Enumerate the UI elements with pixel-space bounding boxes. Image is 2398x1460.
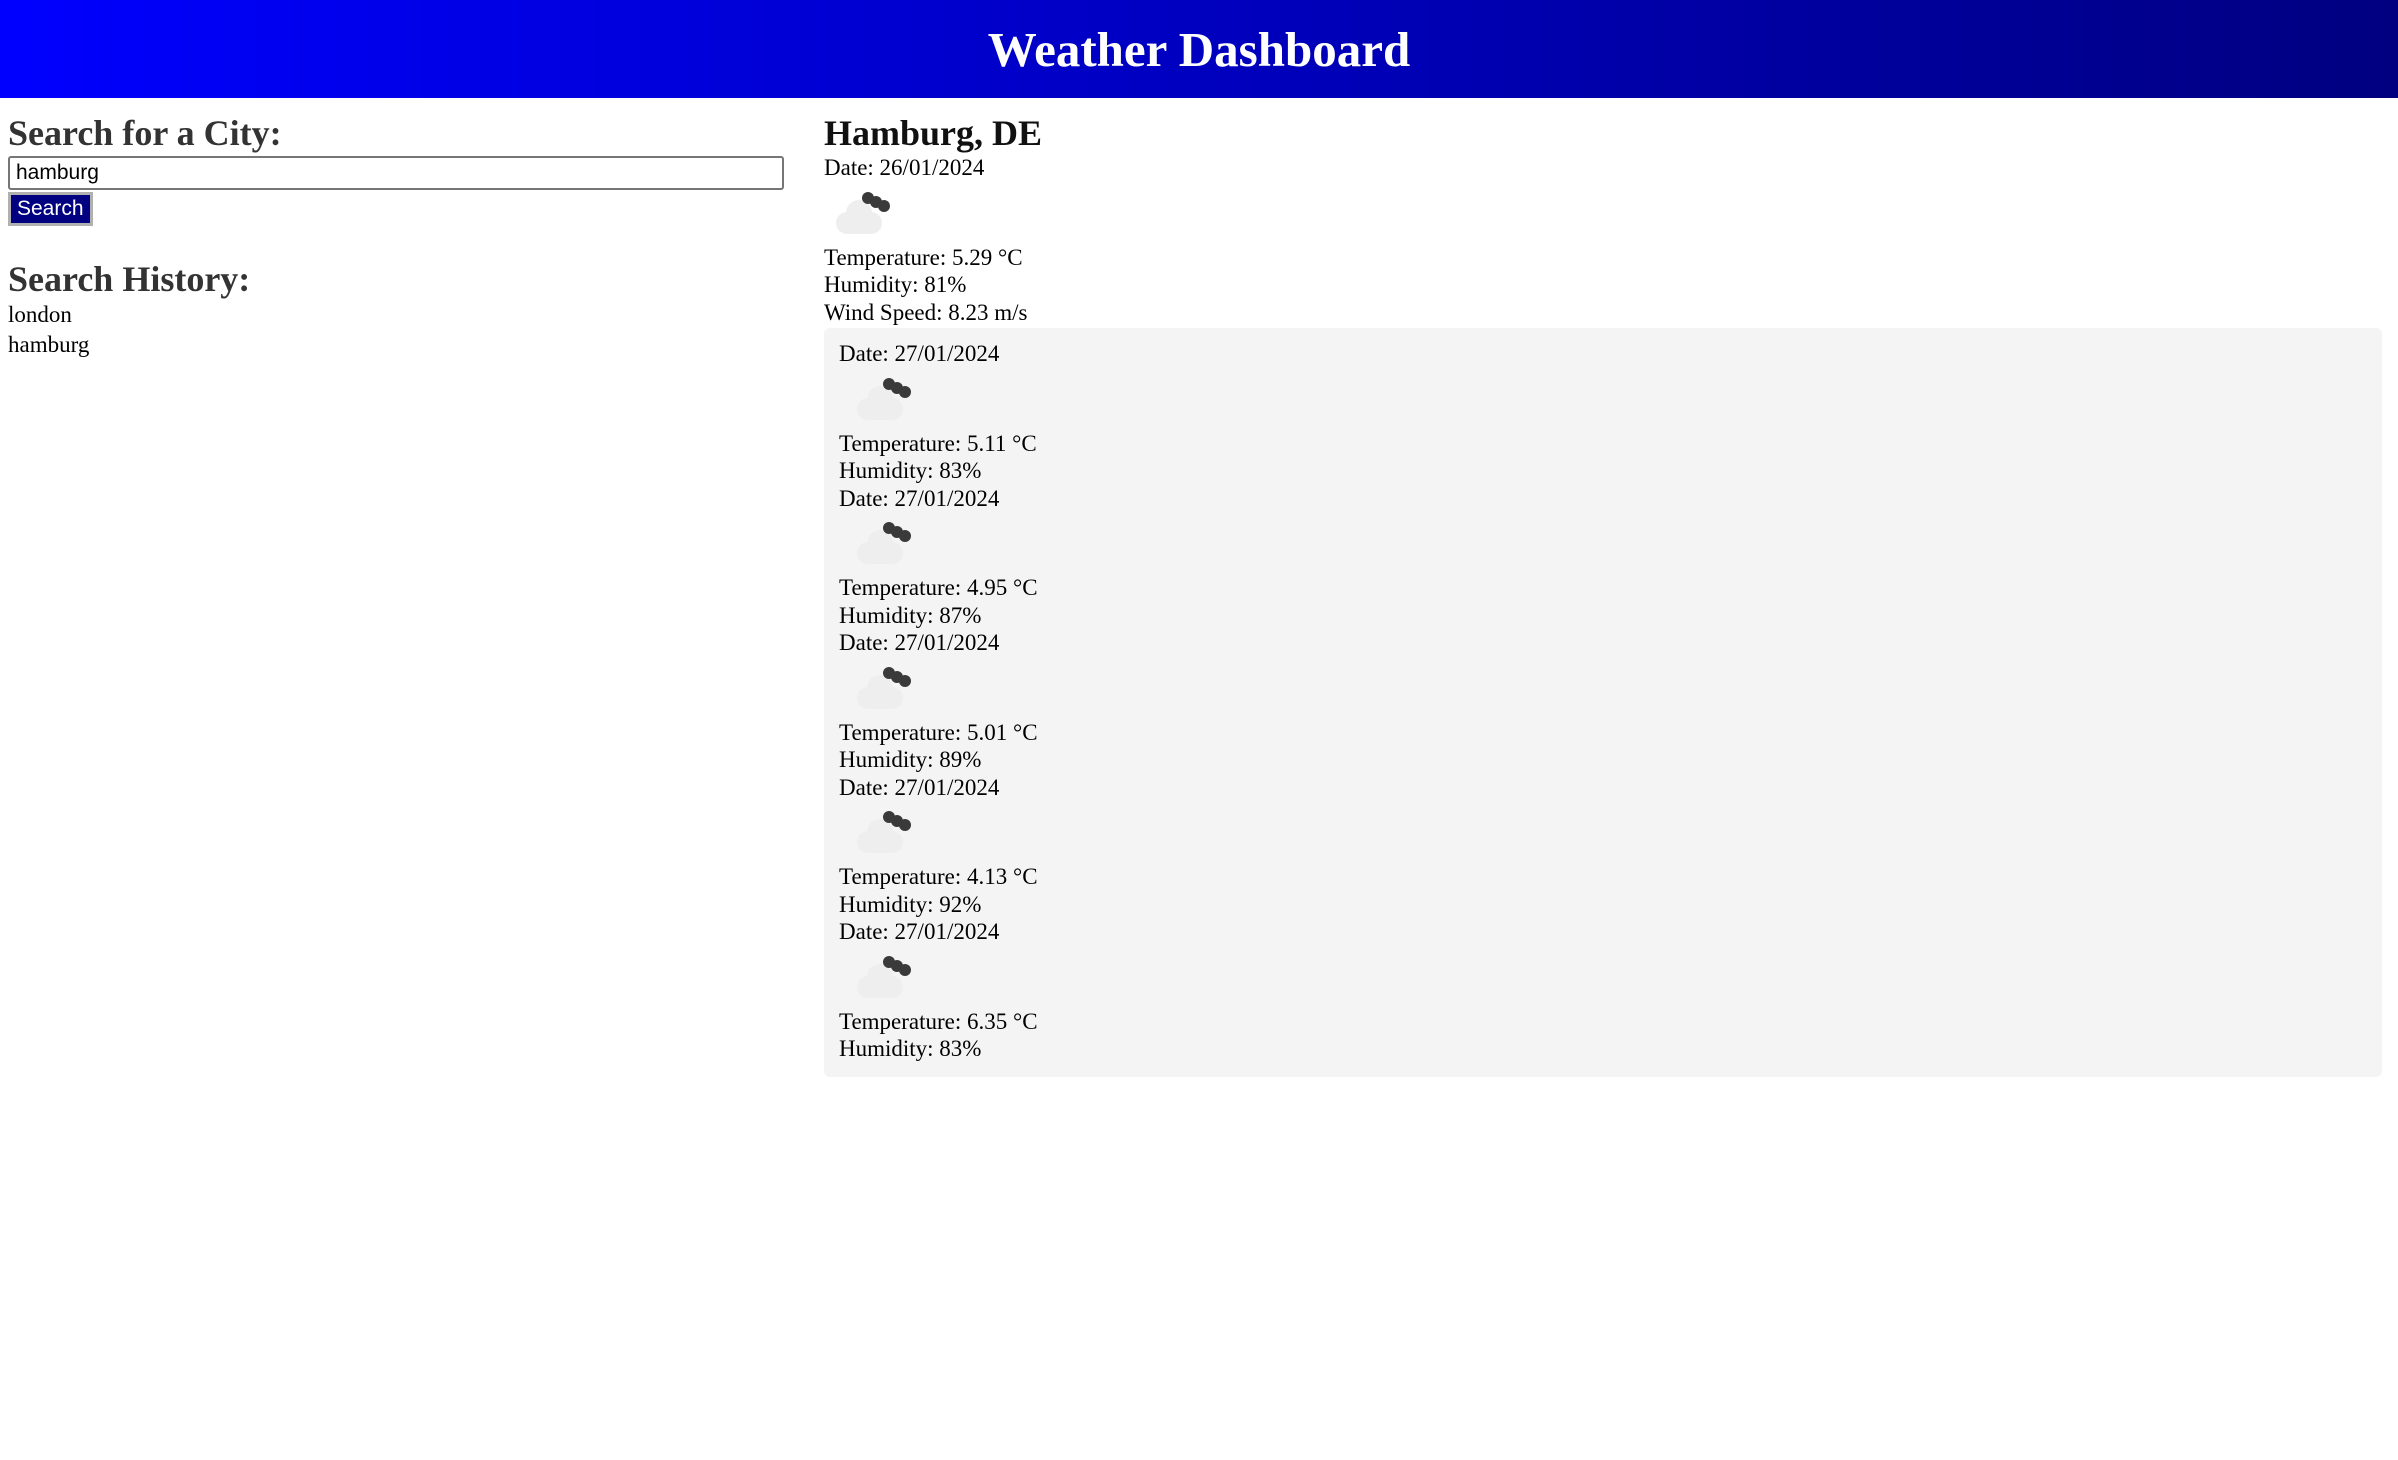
forecast-temperature: Temperature: 6.35 °C (839, 1008, 1038, 1034)
history-list: london hamburg (8, 300, 824, 360)
forecast-item: Date: 27/01/2024 Temperature: 4.13 °C Hu… (839, 774, 2367, 919)
forecast-humidity: Humidity: 83% (839, 458, 982, 483)
cloudy-icon (853, 370, 923, 430)
cloudy-icon (853, 803, 923, 863)
weather-panel: Hamburg, DE Date: 26/01/2024 Temperature… (824, 98, 2390, 1077)
cloudy-icon (853, 514, 923, 574)
search-input[interactable] (8, 156, 784, 190)
forecast-humidity: Humidity: 87% (839, 602, 982, 628)
main-content: Search for a City: Search Search History… (0, 98, 2398, 1077)
forecast-date: Date: 27/01/2024 (839, 341, 1000, 366)
history-item-london[interactable]: london (8, 300, 824, 330)
cloudy-icon (832, 184, 902, 244)
current-temperature: Temperature: 5.29 °C (824, 244, 1023, 270)
forecast-item: Date: 27/01/2024 Temperature: 5.01 °C Hu… (839, 629, 2367, 774)
page-title: Weather Dashboard (987, 21, 1411, 77)
forecast-humidity: Humidity: 89% (839, 747, 982, 772)
page-header: Weather Dashboard (0, 0, 2398, 98)
history-item-hamburg[interactable]: hamburg (8, 330, 824, 360)
search-panel: Search for a City: Search Search History… (8, 98, 824, 1077)
search-button[interactable]: Search (8, 192, 93, 226)
forecast-humidity: Humidity: 83% (839, 1036, 982, 1061)
current-weather: Hamburg, DE Date: 26/01/2024 Temperature… (824, 112, 2390, 326)
forecast-humidity: Humidity: 92% (839, 891, 982, 917)
cloudy-icon (853, 948, 923, 1008)
history-title: Search History: (8, 259, 251, 299)
cloudy-icon (853, 659, 923, 719)
forecast-temperature: Temperature: 5.11 °C (839, 430, 1037, 456)
forecast-container: Date: 27/01/2024 Temperature: 5.11 °C Hu… (824, 328, 2382, 1077)
city-name: Hamburg, DE (824, 113, 1043, 153)
current-humidity: Humidity: 81% (824, 272, 967, 297)
forecast-item: Date: 27/01/2024 Temperature: 5.11 °C Hu… (839, 340, 2367, 485)
forecast-temperature: Temperature: 4.13 °C (839, 864, 1038, 889)
search-title: Search for a City: (8, 113, 282, 153)
forecast-temperature: Temperature: 5.01 °C (839, 719, 1038, 745)
forecast-date: Date: 27/01/2024 (839, 774, 1000, 800)
current-date: Date: 26/01/2024 (824, 155, 985, 180)
forecast-date: Date: 27/01/2024 (839, 630, 1000, 655)
forecast-item: Date: 27/01/2024 Temperature: 4.95 °C Hu… (839, 485, 2367, 630)
forecast-date: Date: 27/01/2024 (839, 919, 1000, 944)
forecast-temperature: Temperature: 4.95 °C (839, 575, 1038, 600)
current-wind-speed: Wind Speed: 8.23 m/s (824, 299, 1028, 325)
forecast-date: Date: 27/01/2024 (839, 485, 1000, 511)
forecast-item: Date: 27/01/2024 Temperature: 6.35 °C Hu… (839, 918, 2367, 1063)
